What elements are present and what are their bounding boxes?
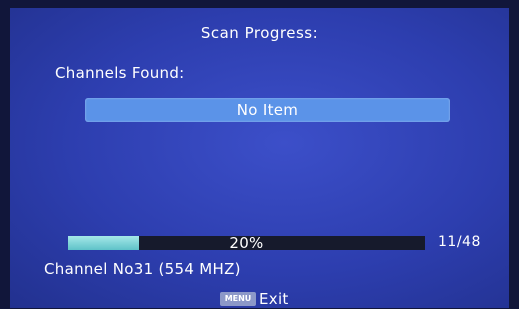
scan-count: 11/48 xyxy=(438,234,481,250)
scan-progress-percent: 20% xyxy=(229,234,264,252)
menu-key-icon: MENU xyxy=(220,292,256,306)
channels-found-label: Channels Found: xyxy=(55,64,185,82)
page-title: Scan Progress: xyxy=(200,24,319,42)
scan-progress-bar: 20% xyxy=(68,234,425,252)
channel-list-item[interactable]: No Item xyxy=(85,98,450,122)
exit-label: Exit xyxy=(259,290,289,308)
current-channel-info: Channel No31 (554 MHZ) xyxy=(44,260,241,278)
channel-list-empty-text: No Item xyxy=(236,101,299,119)
scan-screen: Scan Progress: Channels Found: No Item 2… xyxy=(10,8,509,308)
exit-hint[interactable]: MENU Exit xyxy=(220,290,289,308)
